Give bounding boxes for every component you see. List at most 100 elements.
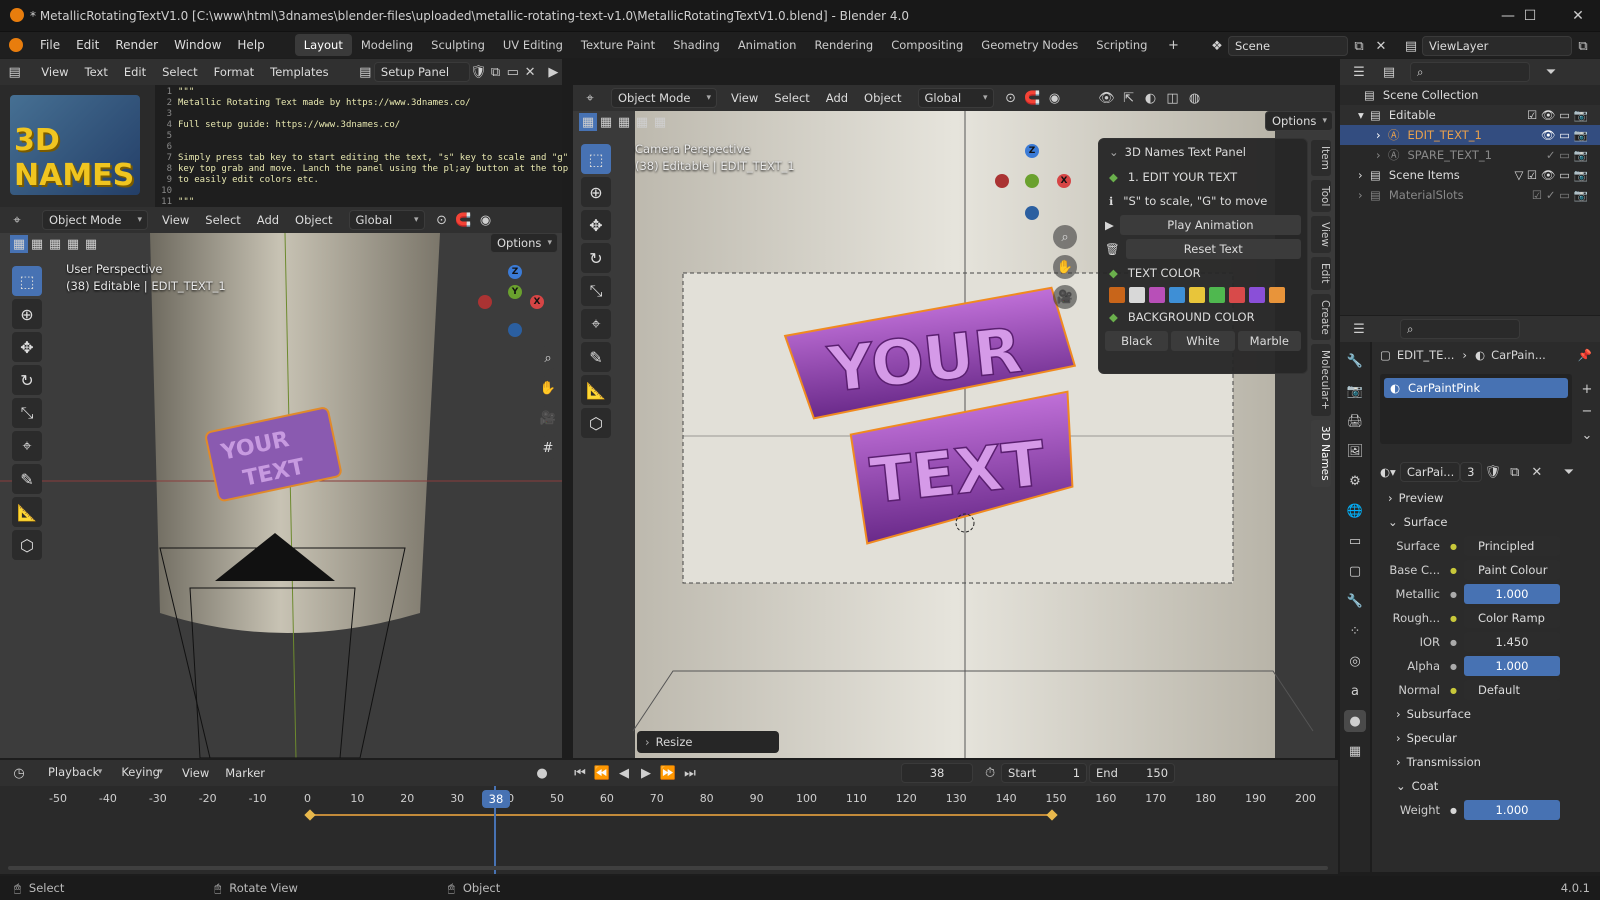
play-icon[interactable]: ▶ xyxy=(635,762,657,784)
options-dropdown[interactable]: Options xyxy=(1265,111,1333,131)
tool-tab-icon[interactable]: 🔧 xyxy=(1344,350,1366,372)
bg-black-button[interactable]: Black xyxy=(1105,331,1169,351)
mode-dropdown[interactable]: Object Mode xyxy=(42,210,148,230)
color-swatch[interactable] xyxy=(1169,287,1185,303)
text-editor-menu-templates[interactable]: Templates xyxy=(262,65,336,79)
select-box-icon[interactable]: ⬚ xyxy=(581,144,611,174)
filter-icon[interactable]: ⏷ xyxy=(1540,61,1562,83)
outliner-item-scene-items[interactable]: › ▤ Scene Items ▽ ☑ 👁 ▭ 📷 xyxy=(1340,165,1600,185)
color-swatch[interactable] xyxy=(1229,287,1245,303)
run-script-icon[interactable]: ▶ xyxy=(545,61,562,83)
sidebar-tab-edit[interactable]: Edit xyxy=(1311,257,1331,290)
unlink-material-icon[interactable]: ✕ xyxy=(1526,461,1548,483)
camera-view-icon[interactable]: 🎥 xyxy=(536,406,560,430)
outliner-item-editable[interactable]: ▾ ▤ Editable ☑ 👁 ▭ 📷 xyxy=(1340,105,1600,125)
scene-icon[interactable]: ❖ xyxy=(1206,35,1228,57)
sidebar-tab-create[interactable]: Create xyxy=(1311,293,1331,341)
new-text-icon[interactable]: ⧉ xyxy=(487,61,504,83)
bg-marble-button[interactable]: Marble xyxy=(1237,331,1301,351)
options-dropdown[interactable]: Options xyxy=(490,233,558,253)
xray-icon[interactable]: ◫ xyxy=(1162,87,1184,109)
section-surface[interactable]: ⌄ Surface xyxy=(1372,510,1600,534)
menu-file[interactable]: File xyxy=(32,32,68,58)
measure-icon[interactable]: 📐 xyxy=(12,497,42,527)
text-editor-menu-text[interactable]: Text xyxy=(77,65,116,79)
collection-tab-icon[interactable]: ▭ xyxy=(1344,530,1366,552)
timeline-menu-playback[interactable]: Playback xyxy=(40,763,107,783)
remove-view-layer-icon[interactable]: ✕ xyxy=(1594,35,1600,57)
visibility-icon[interactable]: 👁 xyxy=(1096,87,1118,109)
playhead-frame[interactable]: 38 xyxy=(482,790,510,808)
measure-icon[interactable]: 📐 xyxy=(581,375,611,405)
select-extend-icon[interactable]: ▦ xyxy=(28,235,46,253)
panel-header[interactable]: ⌄ 3D Names Text Panel xyxy=(1099,139,1307,165)
add-cube-icon[interactable]: ⬡ xyxy=(12,530,42,560)
text-editor-menu-select[interactable]: Select xyxy=(154,65,205,79)
outliner-search-input[interactable]: ⌕ xyxy=(1410,62,1530,82)
x-axis-icon[interactable]: X xyxy=(530,295,544,309)
color-swatch[interactable] xyxy=(1269,287,1285,303)
add-slot-icon[interactable]: + xyxy=(1576,378,1598,400)
display-mode-icon[interactable]: ▤ xyxy=(1378,61,1400,83)
timeline-menu-marker[interactable]: Marker xyxy=(217,766,273,780)
select-intersect-icon[interactable]: ▦ xyxy=(651,113,669,131)
menu-render[interactable]: Render xyxy=(107,32,166,58)
material-slot-item[interactable]: ◐ CarPaintPink xyxy=(1384,378,1568,398)
scale-icon[interactable]: ⤡ xyxy=(581,276,611,306)
shading-icon[interactable]: ◍ xyxy=(1184,87,1206,109)
outliner-item-spare-text[interactable]: › Ⓐ SPARE_TEXT_1 ✓ ▭ 📷 xyxy=(1340,145,1600,165)
rotate-icon[interactable]: ↻ xyxy=(12,365,42,395)
proportional-icon[interactable]: ◉ xyxy=(1044,87,1066,109)
transform-icon[interactable]: ⌖ xyxy=(12,431,42,461)
keyframe-start-icon[interactable] xyxy=(304,809,316,821)
tab-scripting[interactable]: Scripting xyxy=(1087,34,1156,56)
viewport-menu-view[interactable]: View xyxy=(723,91,766,105)
color-swatch[interactable] xyxy=(1249,287,1265,303)
editor-type-icon[interactable]: ⌖ xyxy=(6,209,28,231)
tab-geometry-nodes[interactable]: Geometry Nodes xyxy=(972,34,1087,56)
editor-type-icon[interactable]: ☰ xyxy=(1348,61,1370,83)
blender-menu-icon[interactable] xyxy=(0,38,32,52)
zoom-icon[interactable]: ⌕ xyxy=(1053,225,1077,249)
select-invert-icon[interactable]: ▦ xyxy=(633,113,651,131)
tab-modeling[interactable]: Modeling xyxy=(352,34,422,56)
editor-type-icon[interactable]: ▤ xyxy=(6,61,23,83)
property-value-normal[interactable]: Default xyxy=(1464,680,1560,700)
cursor-icon[interactable]: ⊕ xyxy=(12,299,42,329)
tab-shading[interactable]: Shading xyxy=(664,34,729,56)
navigation-gizmo[interactable]: Z Y X xyxy=(478,263,558,343)
slot-menu-icon[interactable]: ⌄ xyxy=(1576,424,1598,446)
color-swatch[interactable] xyxy=(1149,287,1165,303)
keyframe-end-icon[interactable] xyxy=(1046,809,1058,821)
navigation-gizmo[interactable]: Z X xyxy=(995,144,1075,224)
neg-z-icon[interactable] xyxy=(508,323,522,337)
tab-rendering[interactable]: Rendering xyxy=(805,34,882,56)
texture-tab-icon[interactable]: ▦ xyxy=(1344,740,1366,762)
material-name-field[interactable]: CarPai... xyxy=(1399,462,1460,482)
sidebar-tab-molecular[interactable]: Molecular+ xyxy=(1311,344,1331,417)
viewport-menu-view[interactable]: View xyxy=(154,213,197,227)
neg-z-icon[interactable] xyxy=(1025,206,1039,220)
modifier-tab-icon[interactable]: 🔧 xyxy=(1344,590,1366,612)
viewport-menu-add[interactable]: Add xyxy=(818,91,856,105)
tab-animation[interactable]: Animation xyxy=(729,34,806,56)
editor-type-icon[interactable]: ⌖ xyxy=(579,87,601,109)
editor-type-icon[interactable]: ◷ xyxy=(8,762,30,784)
viewport-menu-select[interactable]: Select xyxy=(197,213,248,227)
view-layer-tab-icon[interactable]: 🖼 xyxy=(1344,440,1366,462)
section-specular[interactable]: › Specular xyxy=(1372,726,1600,750)
unlink-text-icon[interactable]: ✕ xyxy=(521,61,538,83)
text-editor[interactable]: 3D NAMES 1 """ 2 Metallic Rotating Text mad… xyxy=(0,85,568,207)
close-icon[interactable]: ✕ xyxy=(1558,5,1598,27)
outliner-item-material-slots[interactable]: › ▤ MaterialSlots ☑ ✓ ▭ 📷 xyxy=(1340,185,1600,205)
outliner[interactable]: ▤ Scene Collection ▾ ▤ Editable ☑ 👁 ▭ 📷 › Ⓐ ED… xyxy=(1340,85,1600,315)
neg-x-icon[interactable] xyxy=(478,295,492,309)
neg-x-icon[interactable] xyxy=(995,174,1009,188)
current-frame-field[interactable]: 38 xyxy=(901,763,974,783)
viewport-menu-object[interactable]: Object xyxy=(856,91,909,105)
rotate-icon[interactable]: ↻ xyxy=(581,243,611,273)
output-tab-icon[interactable]: 🖨 xyxy=(1344,410,1366,432)
select-box-icon[interactable]: ⬚ xyxy=(12,266,42,296)
pin-icon[interactable]: 📌 xyxy=(1578,348,1592,362)
z-axis-icon[interactable]: Z xyxy=(1025,144,1039,158)
